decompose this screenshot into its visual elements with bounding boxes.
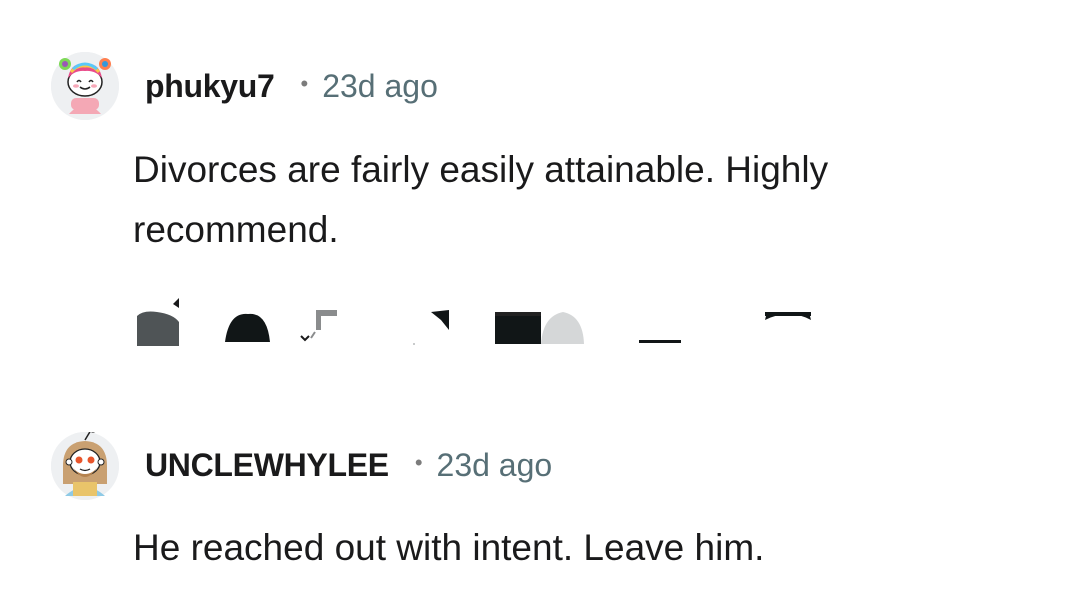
award-icon[interactable] (300, 310, 337, 342)
comment-meta: UNCLEWHYLEE • 23d ago (145, 445, 552, 485)
downvote-icon[interactable] (639, 312, 811, 343)
user-avatar[interactable] (51, 432, 119, 500)
reply-icon[interactable] (225, 313, 270, 342)
separator-dot: • (300, 71, 309, 96)
user-avatar[interactable] (51, 52, 119, 120)
share-icon[interactable] (413, 310, 449, 345)
username[interactable]: phukyu7 (145, 68, 275, 105)
comment-text: He reached out with intent. Leave him. (133, 527, 765, 568)
timestamp: 23d ago (436, 446, 553, 483)
snoo-avatar-rainbow-hair-icon (51, 52, 119, 120)
upvote-icon[interactable] (495, 312, 584, 344)
comment-text: Divorces are fairly easily attainable. H… (133, 149, 829, 250)
comment-action-bar (133, 290, 833, 350)
snoo-avatar-bearded-icon (51, 432, 119, 500)
username[interactable]: UNCLEWHYLEE (145, 447, 389, 484)
comment-meta: phukyu7 • 23d ago (145, 66, 438, 106)
timestamp: 23d ago (322, 67, 438, 104)
separator-dot: • (414, 450, 423, 475)
more-options-icon[interactable] (137, 298, 179, 346)
